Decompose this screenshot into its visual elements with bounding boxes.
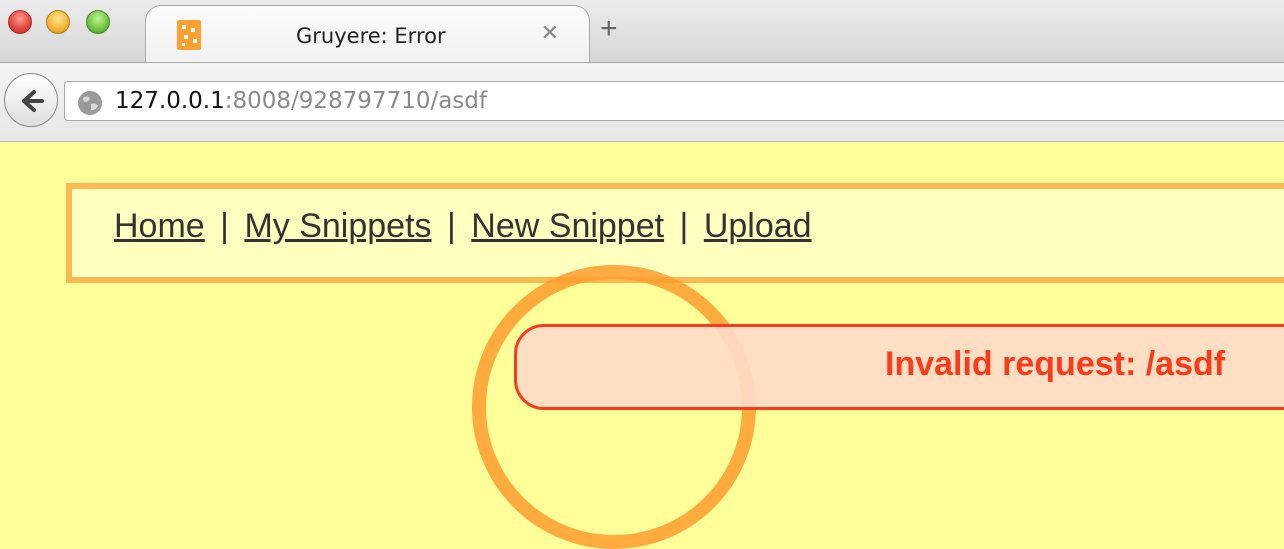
error-message-box: Invalid request: /asdf [514,324,1284,410]
browser-tab[interactable]: Gruyere: Error ✕ [145,5,590,63]
menu-bar: Home | My Snippets | New Snippet | Uploa… [66,183,1284,283]
back-button[interactable] [4,73,58,127]
navigation-bar: 127.0.0.1:8008/928797710/asdf [0,62,1284,142]
menu-link-home[interactable]: Home [114,207,205,245]
url-text[interactable]: 127.0.0.1:8008/928797710/asdf [115,88,487,114]
close-window-button[interactable] [8,10,32,34]
menu-separator: | [447,207,456,245]
zoom-window-button[interactable] [86,10,110,34]
menu-separator: | [220,207,229,245]
menu-link-upload[interactable]: Upload [704,207,812,245]
error-message: Invalid request: /asdf [885,345,1226,383]
url-path: :8008/928797710/asdf [224,88,487,114]
tab-strip: Gruyere: Error ✕ + [0,0,1284,63]
menu-links: Home | My Snippets | New Snippet | Uploa… [114,207,812,246]
address-bar[interactable]: 127.0.0.1:8008/928797710/asdf [64,81,1284,121]
globe-icon [78,91,102,115]
minimize-window-button[interactable] [46,10,70,34]
close-tab-icon[interactable]: ✕ [541,20,559,46]
url-host: 127.0.0.1 [115,88,225,114]
menu-link-new-snippet[interactable]: New Snippet [471,207,664,245]
new-tab-button[interactable]: + [600,14,618,44]
tab-title: Gruyere: Error [296,24,446,48]
cheese-icon [177,20,201,50]
menu-link-my-snippets[interactable]: My Snippets [244,207,431,245]
menu-separator: | [679,207,689,245]
back-arrow-icon [22,90,44,112]
